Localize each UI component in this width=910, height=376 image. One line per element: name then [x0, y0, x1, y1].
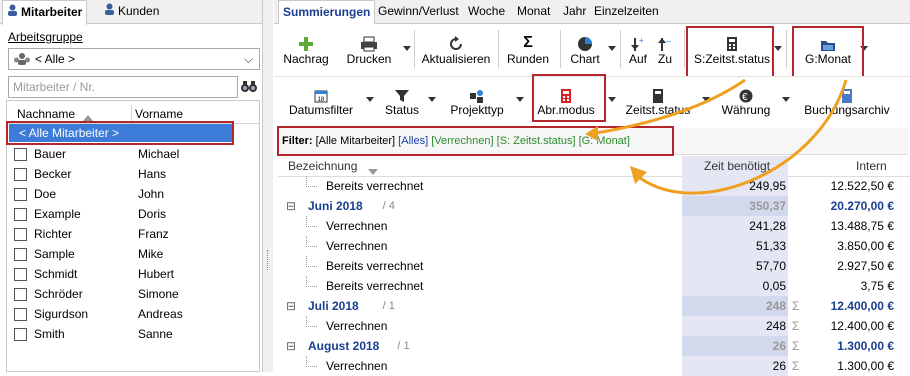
arrow-head-zeitst — [585, 126, 598, 141]
arrow-zeitst — [589, 78, 746, 136]
annotation-arrows — [585, 78, 848, 195]
arrow-monat — [639, 79, 848, 195]
